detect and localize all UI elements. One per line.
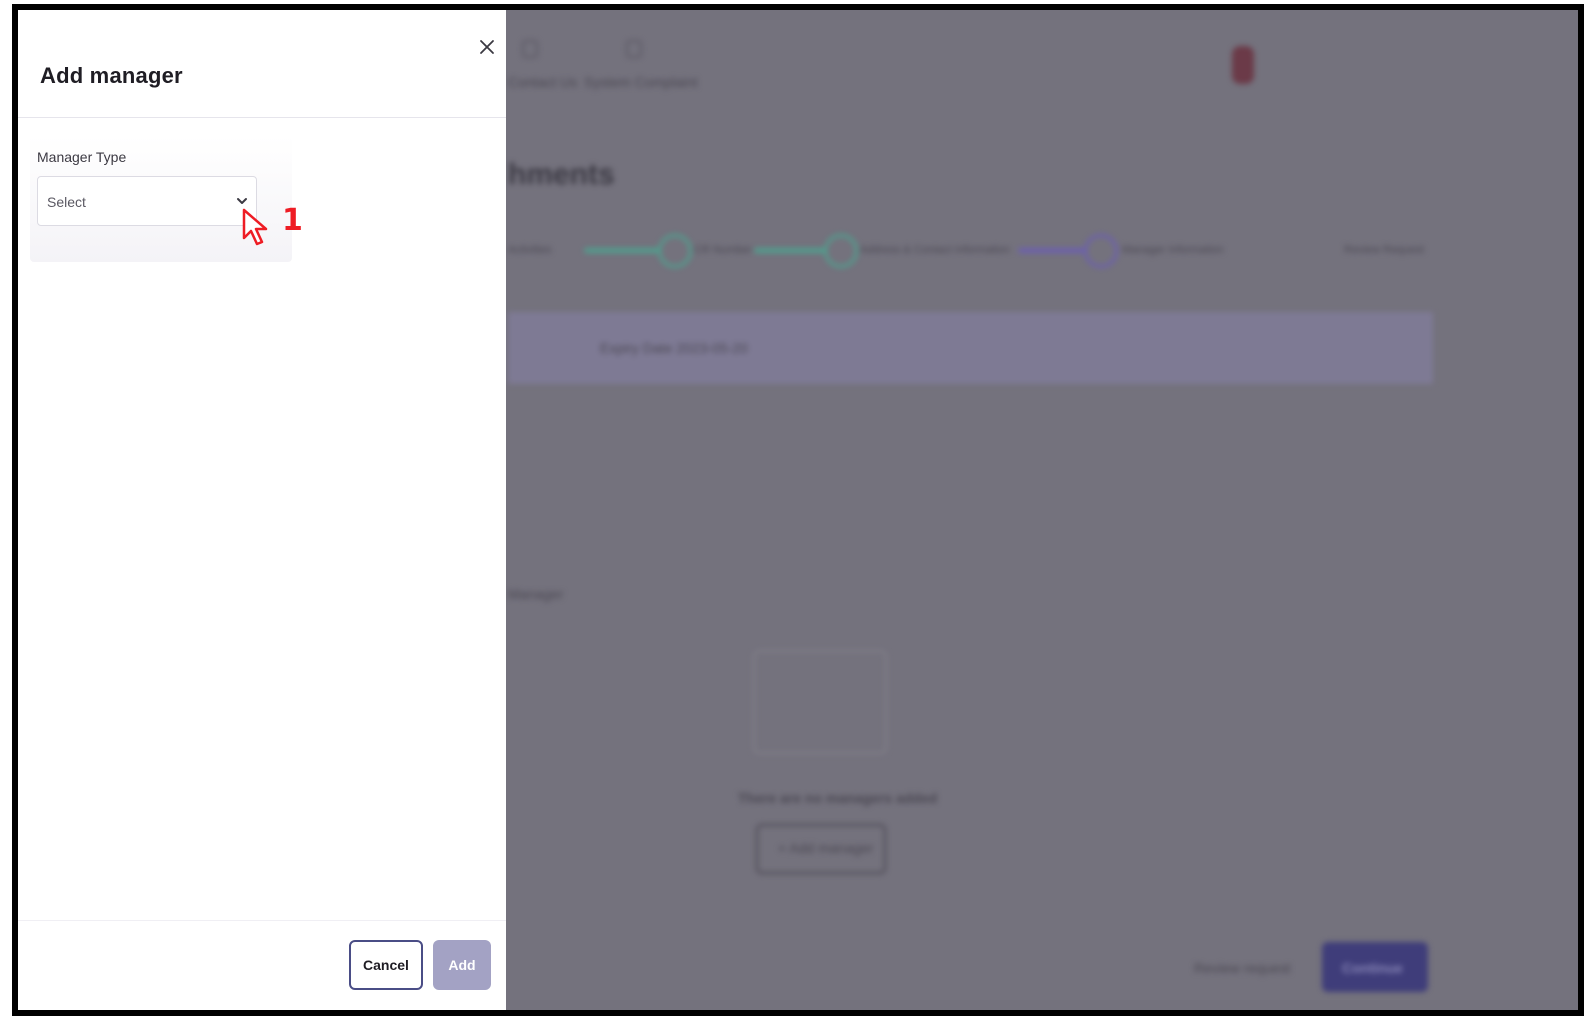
step-number-annotation: 1 (282, 203, 303, 238)
screen-frame: Contact Us System Complaint hments Activ… (12, 4, 1584, 1016)
contact-icon (522, 40, 538, 58)
complaint-icon (626, 40, 642, 58)
page-heading: hments (508, 158, 615, 191)
banner-text: Expiry Date 2023-05-20 (600, 340, 748, 356)
empty-message: There are no managers added (738, 790, 938, 806)
user-avatar (1232, 46, 1254, 84)
empty-state-illustration (753, 650, 887, 754)
dialog-title: Add manager (40, 63, 183, 88)
review-request-link: Review request (1194, 960, 1291, 976)
add-manager-dialog: Add manager Manager Type Select 1 Cancel… (18, 10, 506, 1010)
section-label: Manager (508, 586, 564, 602)
manager-type-select[interactable]: Select (37, 176, 257, 226)
cursor-pointer-icon (242, 208, 268, 246)
cancel-button[interactable]: Cancel (349, 940, 423, 990)
chevron-down-icon (237, 198, 247, 204)
manager-type-label: Manager Type (37, 149, 127, 165)
close-icon[interactable] (476, 36, 498, 58)
dialog-header: Add manager (18, 10, 506, 118)
nav-contact-us: Contact Us (508, 74, 578, 90)
nav-system-complaint: System Complaint (584, 74, 698, 90)
select-placeholder: Select (47, 194, 86, 210)
add-button[interactable]: Add (433, 940, 491, 990)
